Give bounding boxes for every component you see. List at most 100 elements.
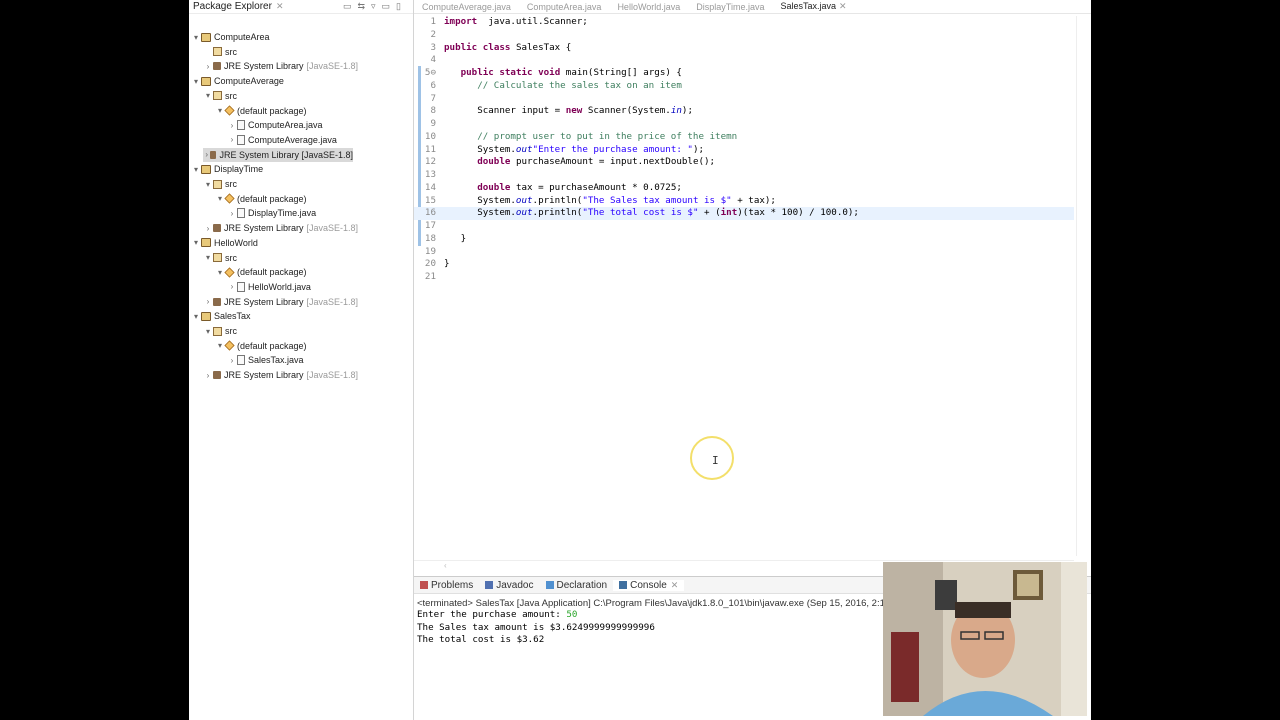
code-text: System.out"Enter the purchase amount: ")… — [444, 143, 705, 155]
expand-down-icon[interactable]: ▾ — [191, 77, 201, 86]
code-line[interactable]: 5⊖ public static void main(String[] args… — [414, 67, 1074, 80]
code-text: public static void main(String[] args) { — [460, 67, 682, 78]
editor-tab-label: SalesTax.java — [780, 1, 837, 11]
tree-item[interactable]: › ComputeAverage.java — [227, 133, 337, 147]
code-line[interactable]: 13 — [414, 169, 1074, 182]
console-tab[interactable]: Console ✕ — [613, 579, 685, 591]
tree-item[interactable]: ▾ (default package) — [215, 265, 307, 279]
console-tab[interactable]: Declaration — [540, 580, 614, 591]
tree-item[interactable]: ▾ ComputeAverage — [191, 74, 284, 88]
tree-item-label: SalesTax — [214, 311, 251, 322]
editor-tab[interactable]: SalesTax.java ✕ — [772, 1, 854, 12]
expand-down-icon[interactable]: ▾ — [191, 165, 201, 174]
expand-down-icon[interactable]: ▾ — [203, 327, 213, 336]
expand-right-icon[interactable]: › — [203, 62, 213, 71]
tree-item[interactable]: › JRE System Library [JavaSE-1.8] — [203, 59, 358, 73]
line-number: 1 — [430, 16, 436, 27]
tree-item[interactable]: › DisplayTime.java — [227, 206, 316, 220]
tree-item[interactable]: ▾ ComputeArea — [191, 30, 270, 44]
library-icon — [210, 150, 217, 159]
scroll-left-icon[interactable]: ‹ — [444, 561, 447, 570]
code-line[interactable]: 1 import java.util.Scanner; — [414, 16, 1074, 29]
tree-item[interactable]: › JRE System Library [JavaSE-1.8] — [203, 295, 358, 309]
close-tab-icon[interactable]: ✕ — [839, 1, 847, 11]
tree-item-suffix: [JavaSE-1.8] — [306, 296, 359, 307]
code-line[interactable]: 2 — [414, 29, 1074, 42]
line-number: 2 — [430, 28, 436, 40]
code-line[interactable]: 14 double tax = purchaseAmount * 0.0725; — [414, 182, 1074, 195]
expand-down-icon[interactable]: ▾ — [215, 341, 225, 350]
code-line[interactable]: 21 — [414, 271, 1074, 284]
tree-item[interactable]: › SalesTax.java — [227, 353, 304, 367]
code-line[interactable]: 19 — [414, 246, 1074, 259]
console-tab[interactable]: Problems — [414, 580, 479, 591]
editor-tab[interactable]: ComputeAverage.java — [414, 2, 519, 12]
tree-item[interactable]: ▾ SalesTax — [191, 309, 251, 323]
tree-item-label: (default package) — [237, 105, 307, 116]
library-icon — [213, 224, 221, 233]
tree-item[interactable]: ▾ src — [203, 251, 237, 265]
line-number: 11 — [424, 143, 436, 155]
java-file-icon — [237, 134, 245, 145]
code-text: System.out.println("The total cost is $"… — [444, 207, 859, 219]
line-number: 9 — [430, 118, 436, 129]
code-line[interactable]: 7 — [414, 93, 1074, 106]
code-line[interactable]: 15 System.out.println("The Sales tax amo… — [414, 195, 1074, 208]
source-folder-icon — [213, 47, 222, 57]
expand-right-icon[interactable]: › — [227, 121, 237, 130]
editor-tab[interactable]: ComputeArea.java — [519, 2, 610, 12]
code-line[interactable]: 17 — [414, 220, 1074, 233]
tree-item[interactable]: ▾ DisplayTime — [191, 162, 263, 176]
expand-down-icon[interactable]: ▾ — [191, 238, 201, 247]
expand-right-icon[interactable]: › — [227, 209, 237, 218]
expand-down-icon[interactable]: ▾ — [191, 312, 201, 321]
code-line[interactable]: 16 System.out.println("The total cost is… — [414, 207, 1074, 220]
editor-tab[interactable]: HelloWorld.java — [609, 2, 688, 12]
expand-right-icon[interactable]: › — [227, 282, 237, 291]
tree-item[interactable]: ▾ src — [203, 177, 237, 191]
expand-down-icon[interactable]: ▾ — [191, 33, 201, 42]
package-explorer-title[interactable]: Package Explorer — [193, 1, 272, 12]
code-line[interactable]: 8 Scanner input = new Scanner(System.in)… — [414, 105, 1074, 118]
expand-down-icon[interactable]: ▾ — [203, 253, 213, 262]
vertical-scrollbar[interactable] — [1076, 16, 1077, 556]
expand-right-icon[interactable]: › — [203, 224, 213, 233]
tree-item[interactable]: ▾ (default package) — [215, 104, 307, 118]
code-line[interactable]: 10 // prompt user to put in the price of… — [414, 131, 1074, 144]
expand-right-icon[interactable]: › — [227, 135, 237, 144]
console-tab[interactable]: Javadoc — [479, 580, 539, 591]
tree-item[interactable]: src — [203, 45, 237, 59]
expand-down-icon[interactable]: ▾ — [203, 180, 213, 189]
tree-item[interactable]: › JRE System Library [JavaSE-1.8] — [203, 368, 358, 382]
code-line[interactable]: 4 — [414, 54, 1074, 67]
webcam-person-image — [883, 562, 1087, 716]
code-line[interactable]: 6 // Calculate the sales tax on an item — [414, 80, 1074, 93]
tree-item[interactable]: › JRE System Library [JavaSE-1.8] — [203, 221, 358, 235]
expand-right-icon[interactable]: › — [227, 356, 237, 365]
editor-tab[interactable]: DisplayTime.java — [688, 2, 772, 12]
tree-item[interactable]: ▾ src — [203, 324, 237, 338]
tree-item[interactable]: ▾ (default package) — [215, 192, 307, 206]
code-line[interactable]: 18 } — [414, 233, 1074, 246]
close-tab-icon[interactable]: ✕ — [671, 580, 679, 591]
project-icon — [201, 164, 211, 174]
expand-right-icon[interactable]: › — [203, 150, 210, 159]
code-line[interactable]: 20} — [414, 258, 1074, 271]
expand-down-icon[interactable]: ▾ — [215, 194, 225, 203]
expand-down-icon[interactable]: ▾ — [203, 91, 213, 100]
code-line[interactable]: 11 System.out"Enter the purchase amount:… — [414, 144, 1074, 157]
expand-right-icon[interactable]: › — [203, 297, 213, 306]
view-toolbar-icons[interactable]: ▭⇆▿▭▯ — [343, 1, 413, 12]
tree-item[interactable]: ▾ HelloWorld — [191, 236, 258, 250]
tree-item[interactable]: ▾ src — [203, 89, 237, 103]
close-icon[interactable]: ✕ — [276, 1, 284, 12]
code-line[interactable]: 3 public class SalesTax { — [414, 42, 1074, 55]
code-line[interactable]: 12 double purchaseAmount = input.nextDou… — [414, 156, 1074, 169]
tree-item[interactable]: › ComputeArea.java — [227, 118, 323, 132]
tree-item-label: src — [225, 90, 237, 101]
code-line[interactable]: 9 — [414, 118, 1074, 131]
tree-item[interactable]: ▾ (default package) — [215, 339, 307, 353]
expand-right-icon[interactable]: › — [203, 371, 213, 380]
tree-item[interactable]: › JRE System Library [JavaSE-1.8] — [203, 147, 353, 162]
tree-item[interactable]: › HelloWorld.java — [227, 280, 311, 294]
